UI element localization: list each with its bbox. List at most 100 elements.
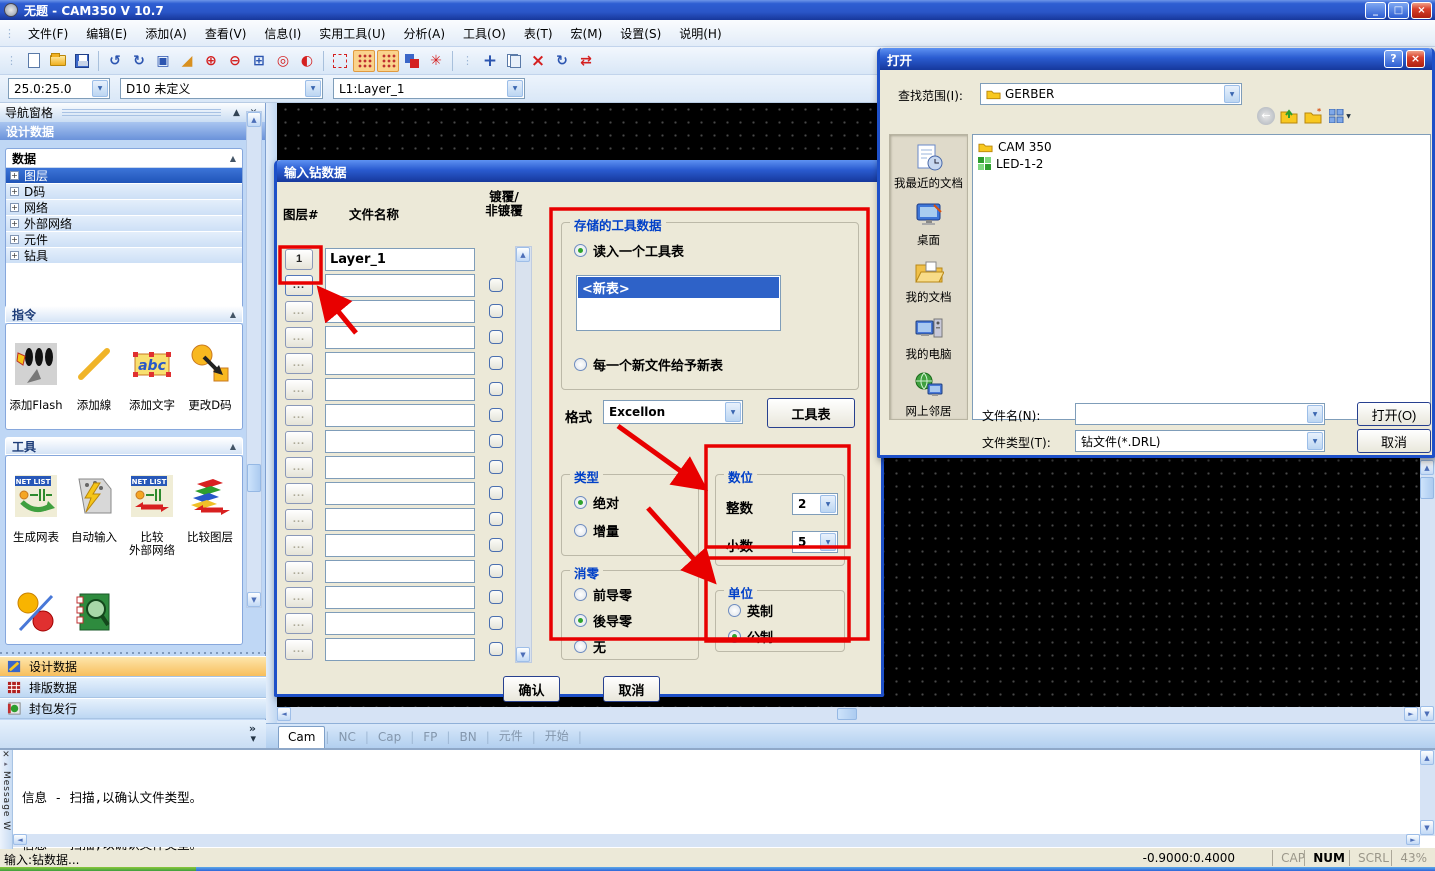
menu-view[interactable]: 查看(V)	[196, 23, 256, 44]
tool-compare-layers[interactable]: 比较图层	[181, 460, 239, 570]
tab-cam[interactable]: Cam	[278, 726, 326, 748]
scroll-left-icon[interactable]: ◄	[13, 834, 27, 845]
browse-button[interactable]: ...	[285, 534, 313, 556]
browse-button[interactable]: ...	[285, 560, 313, 582]
tool-auto-import[interactable]: 自动输入	[65, 460, 123, 570]
vscroll-thumb[interactable]	[1420, 477, 1434, 499]
mode-package-release[interactable]: 封包发行	[0, 698, 266, 719]
new-folder-icon[interactable]: *	[1303, 106, 1323, 126]
scroll-left-icon[interactable]: ◄	[277, 707, 291, 721]
drill-filename-input[interactable]	[325, 377, 475, 401]
collapse-icon[interactable]: ▲	[230, 154, 236, 163]
drill-filename-input[interactable]	[325, 455, 475, 479]
menu-settings[interactable]: 设置(S)	[611, 23, 670, 44]
mode-overflow[interactable]: » ▾	[0, 720, 266, 748]
undo-icon[interactable]: ↺	[104, 50, 126, 72]
scroll-right-icon[interactable]: ►	[1404, 707, 1418, 721]
tool-table-button[interactable]: 工具表	[767, 398, 855, 428]
plated-checkbox[interactable]	[489, 382, 503, 396]
command-change-dcode[interactable]: 更改D码	[181, 328, 239, 425]
filename-combo[interactable]: ▼	[1075, 403, 1325, 425]
drill-filename-input[interactable]	[325, 481, 475, 505]
list-item-new-table[interactable]: <新表>	[578, 277, 779, 298]
delete-icon[interactable]: ×	[527, 50, 549, 72]
tab-bn[interactable]: BN	[450, 727, 485, 748]
drill-filename-input[interactable]	[325, 351, 475, 375]
radio-icon[interactable]	[574, 588, 587, 601]
drill-filename-input[interactable]	[325, 325, 475, 349]
browse-button[interactable]: ...	[285, 404, 313, 426]
radio-none[interactable]: 无	[574, 637, 606, 656]
drill-filename-input[interactable]	[325, 559, 475, 583]
place-recent-documents[interactable]: 我最近的文档	[894, 143, 963, 191]
tree-item-layers[interactable]: + 图层	[6, 168, 242, 184]
layer-number-button[interactable]: 1	[285, 248, 313, 270]
tree-item-drills[interactable]: + 钻具	[6, 248, 242, 264]
radio-icon[interactable]	[728, 630, 741, 643]
layer-combo[interactable]: L1:Layer_1 ▼	[333, 78, 525, 99]
file-list[interactable]: CAM 350 LED-1-2	[972, 134, 1431, 420]
redo-icon[interactable]: ↻	[128, 50, 150, 72]
redraw-icon[interactable]: ▣	[152, 50, 174, 72]
file-item-led-1-2[interactable]: LED-1-2	[978, 155, 1425, 172]
plated-checkbox[interactable]	[489, 356, 503, 370]
browse-button[interactable]: ...	[285, 482, 313, 504]
collapse-icon[interactable]: ▲	[230, 310, 236, 319]
radio-icon[interactable]	[574, 640, 587, 653]
place-network[interactable]: 网上邻居	[906, 371, 952, 419]
browse-button[interactable]: ...	[285, 378, 313, 400]
place-desktop[interactable]: 桌面	[914, 200, 944, 248]
plated-checkbox[interactable]	[489, 590, 503, 604]
navigator-header[interactable]: 导航窗格 ▲ ✕	[0, 103, 265, 122]
command-add-flash[interactable]: 添加Flash	[7, 328, 65, 425]
command-add-line[interactable]: 添加線	[65, 328, 123, 425]
command-add-text[interactable]: abc 添加文字	[123, 328, 181, 425]
radio-read-tool-table[interactable]: 读入一个工具表	[574, 241, 684, 260]
browse-button[interactable]: ...	[285, 430, 313, 452]
browse-button[interactable]: ...	[285, 300, 313, 322]
radio-icon[interactable]	[574, 358, 587, 371]
tab-start[interactable]: 开始	[536, 724, 578, 748]
tab-cap[interactable]: Cap	[369, 727, 410, 748]
rotate-icon[interactable]: ↻	[551, 50, 573, 72]
tool-new-dff-stream[interactable]: 新DFF Stream	[65, 576, 123, 644]
open-button[interactable]: 打开(O)	[1357, 402, 1431, 426]
tree-item-external-nets[interactable]: + 外部网络	[6, 216, 242, 232]
menu-info[interactable]: 信息(I)	[255, 23, 310, 44]
chevron-down-icon[interactable]: ▼	[1224, 85, 1240, 103]
tree-item-components[interactable]: + 元件	[6, 232, 242, 248]
browse-button[interactable]: ...	[285, 612, 313, 634]
drill-filename-input[interactable]	[325, 273, 475, 297]
help-button[interactable]: ?	[1384, 50, 1403, 68]
chevron-down-icon[interactable]: ▼	[305, 80, 321, 97]
radio-incremental[interactable]: 增量	[574, 521, 619, 540]
tool-table-list[interactable]: <新表>	[576, 275, 781, 331]
drill-dialog-titlebar[interactable]: 输入钻数据	[277, 160, 881, 182]
grid-combo[interactable]: 25.0:25.0 ▼	[8, 78, 110, 99]
expand-icon[interactable]: +	[10, 171, 19, 180]
drill-filename-input[interactable]	[325, 247, 475, 271]
radio-icon[interactable]	[574, 496, 587, 509]
scroll-right-icon[interactable]: ►	[1406, 834, 1420, 845]
expand-icon[interactable]: +	[10, 251, 19, 260]
canvas-hscrollbar[interactable]: ◄ ►	[277, 707, 1420, 723]
zoom-out-icon[interactable]: ⊖	[224, 50, 246, 72]
chevron-down-icon[interactable]: ▼	[507, 80, 523, 97]
plated-checkbox[interactable]	[489, 512, 503, 526]
chevron-down-icon[interactable]: ▼	[820, 495, 836, 513]
plated-checkbox[interactable]	[489, 330, 503, 344]
collapse-icon[interactable]: ▲	[230, 442, 236, 451]
drill-filename-input[interactable]	[325, 637, 475, 661]
navigator-scrollbar[interactable]: ▲ ▼	[246, 111, 262, 608]
drag-handle[interactable]	[62, 109, 221, 116]
zoom-in-icon[interactable]: ⊕	[200, 50, 222, 72]
radio-inch[interactable]: 英制	[728, 601, 773, 620]
commands-header[interactable]: 指令 ▲	[5, 305, 243, 323]
grid-dots-icon[interactable]	[377, 49, 399, 72]
drill-filename-input[interactable]	[325, 585, 475, 609]
radio-trailing-zero[interactable]: 後导零	[574, 611, 632, 630]
browse-button[interactable]: ...	[285, 274, 313, 296]
mirror-icon[interactable]: ⇄	[575, 50, 597, 72]
plated-checkbox[interactable]	[489, 642, 503, 656]
tab-nc[interactable]: NC	[329, 727, 364, 748]
